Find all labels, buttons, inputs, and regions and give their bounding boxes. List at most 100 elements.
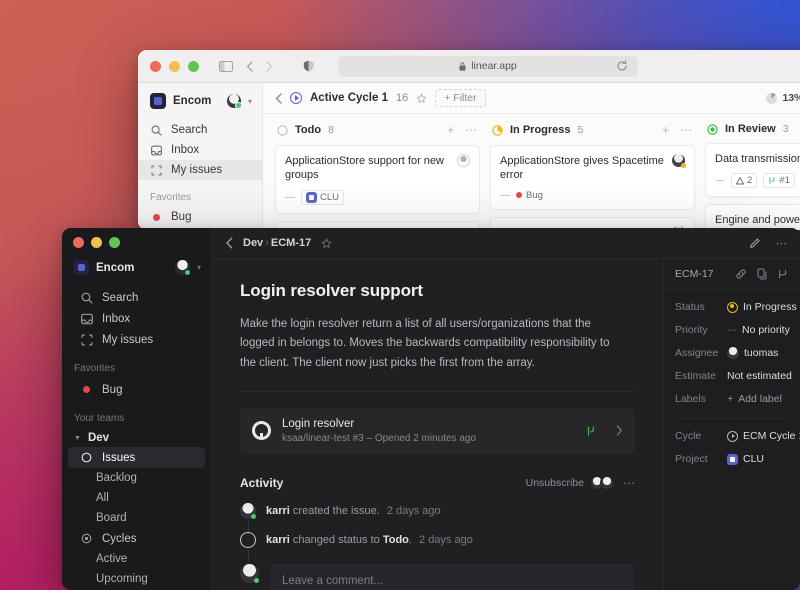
project-chip[interactable]: CLU xyxy=(301,189,345,205)
comment-composer[interactable]: Leave a comment... xyxy=(240,563,635,590)
add-issue-icon[interactable]: + xyxy=(447,123,454,137)
safari-window[interactable]: linear.app Encom ▾ Search Inbox My issue… xyxy=(138,50,800,230)
assignee-avatar[interactable] xyxy=(672,154,686,168)
board-card[interactable]: Data transmission — 2 #1 xyxy=(705,143,800,198)
back-icon[interactable] xyxy=(225,237,233,249)
breadcrumb-team[interactable]: Dev xyxy=(243,237,263,249)
issue-description[interactable]: Make the login resolver return a list of… xyxy=(240,315,612,373)
chevron-down-icon[interactable]: ▼ xyxy=(74,435,81,442)
priority-icon[interactable]: — xyxy=(285,192,295,203)
workspace-switcher[interactable]: Encom ▾ xyxy=(138,93,262,120)
sidebar-item-all[interactable]: All xyxy=(62,488,211,508)
property-cycle[interactable]: Cycle ECM Cycle 1 xyxy=(664,419,800,442)
sidebar-item-upcoming[interactable]: Upcoming xyxy=(62,569,211,589)
star-icon[interactable] xyxy=(416,93,427,104)
more-horizontal-icon[interactable]: ⋯ xyxy=(464,123,476,137)
sidebar-item-search[interactable]: Search xyxy=(138,120,262,140)
activity-actor[interactable]: karri xyxy=(266,534,290,546)
property-assignee[interactable]: Assignee tuomas xyxy=(664,336,800,359)
reload-icon[interactable] xyxy=(616,60,628,72)
issue-title[interactable]: Login resolver support xyxy=(240,281,635,301)
sub-issue-chip[interactable]: 2 xyxy=(731,173,758,189)
copy-icon[interactable] xyxy=(756,268,768,280)
linear-app-window[interactable]: Encom ▾ Search Inbox My issues Favorites… xyxy=(62,228,800,590)
column-actions[interactable]: + ⋯ xyxy=(662,123,691,137)
window-traffic-lights[interactable] xyxy=(62,237,211,260)
minimize-button[interactable] xyxy=(91,237,102,248)
sidebar-item-cycles[interactable]: Cycles xyxy=(68,528,205,549)
url-bar[interactable]: linear.app xyxy=(338,55,638,77)
property-project[interactable]: Project CLU xyxy=(664,442,800,465)
column-actions[interactable]: + ⋯ xyxy=(447,123,476,137)
sidebar-item-my-issues[interactable]: My issues xyxy=(68,329,205,350)
property-value[interactable]: ⋯ No priority xyxy=(727,324,790,336)
forward-icon[interactable] xyxy=(266,60,273,72)
property-value[interactable]: ECM Cycle 1 xyxy=(727,430,800,442)
property-status[interactable]: Status In Progress xyxy=(664,290,800,313)
back-icon[interactable] xyxy=(275,92,282,104)
subscriber-avatars[interactable] xyxy=(590,475,614,490)
priority-icon[interactable]: — xyxy=(715,175,725,186)
board-card[interactable]: Engine and power system xyxy=(705,204,800,230)
priority-icon[interactable]: — xyxy=(500,190,510,201)
sidebar-item-search[interactable]: Search xyxy=(68,287,205,308)
pencil-icon[interactable] xyxy=(749,237,761,249)
maximize-button[interactable] xyxy=(188,60,199,72)
comment-input[interactable]: Leave a comment... xyxy=(269,563,635,590)
property-value[interactable]: CLU xyxy=(727,453,764,465)
avatar[interactable] xyxy=(174,260,191,276)
property-value[interactable]: tuomas xyxy=(727,347,778,359)
shield-icon[interactable] xyxy=(303,60,314,72)
more-horizontal-icon[interactable]: ⋯ xyxy=(623,476,635,490)
filter-button[interactable]: + Filter xyxy=(435,89,486,107)
breadcrumb-id[interactable]: ECM-17 xyxy=(271,237,311,249)
branch-icon[interactable] xyxy=(777,268,789,280)
chevron-down-icon[interactable]: ▾ xyxy=(248,97,252,106)
more-horizontal-icon[interactable]: ⋯ xyxy=(775,237,787,250)
sidebar-item-my-issues[interactable]: My issues xyxy=(138,160,262,180)
sidebar-item-issues[interactable]: Issues xyxy=(68,447,205,468)
property-value[interactable]: In Progress xyxy=(727,301,797,313)
board-card[interactable]: ApplicationStore gives Spacetime error —… xyxy=(490,145,695,210)
close-button[interactable] xyxy=(73,237,84,248)
linear-sidebar[interactable]: Encom ▾ Search Inbox My issues Favorites… xyxy=(62,228,212,590)
branch-chip[interactable]: #1 xyxy=(763,173,795,189)
chevron-right-icon[interactable] xyxy=(616,425,623,437)
safari-nav-icons[interactable] xyxy=(219,60,273,72)
minimize-button[interactable] xyxy=(169,60,180,72)
avatar[interactable] xyxy=(226,94,242,109)
link-icon[interactable] xyxy=(735,268,747,280)
github-attachment[interactable]: Login resolver ksaa/linear-test #3 – Ope… xyxy=(240,407,635,454)
workspace-switcher[interactable]: Encom ▾ xyxy=(62,260,211,287)
sidebar-team-dev[interactable]: ▼ Dev xyxy=(62,429,211,447)
kanban-board[interactable]: Todo 8 + ⋯ ApplicationStore support for n… xyxy=(263,114,800,230)
property-labels[interactable]: Labels + Add label xyxy=(664,382,800,405)
sidebar-item-bug[interactable]: Bug xyxy=(138,207,262,227)
assignee-avatar[interactable] xyxy=(457,154,470,167)
breadcrumb[interactable]: Dev › ECM-17 xyxy=(243,237,311,249)
sidebar-item-inbox[interactable]: Inbox xyxy=(68,308,205,329)
sidebar-toggle-icon[interactable] xyxy=(219,60,233,72)
maximize-button[interactable] xyxy=(109,237,120,248)
property-priority[interactable]: Priority ⋯ No priority xyxy=(664,313,800,336)
property-estimate[interactable]: Estimate Not estimated xyxy=(664,359,800,382)
activity-actor[interactable]: karri xyxy=(266,505,290,517)
window-traffic-lights[interactable] xyxy=(150,60,199,72)
label-chip[interactable]: Bug xyxy=(516,190,543,201)
close-button[interactable] xyxy=(150,60,161,72)
sidebar-item-board[interactable]: Board xyxy=(62,508,211,528)
chevron-down-icon[interactable]: ▾ xyxy=(197,263,201,272)
add-issue-icon[interactable]: + xyxy=(662,123,669,137)
properties-actions[interactable] xyxy=(735,268,789,280)
more-horizontal-icon[interactable]: ⋯ xyxy=(679,123,691,137)
sidebar-item-active[interactable]: Active xyxy=(62,549,211,569)
back-icon[interactable] xyxy=(246,60,253,72)
star-icon[interactable] xyxy=(321,238,332,249)
linear-sidebar-back[interactable]: Encom ▾ Search Inbox My issues Favorites… xyxy=(138,83,263,230)
sidebar-item-backlog[interactable]: Backlog xyxy=(62,468,211,488)
add-label-button[interactable]: + Add label xyxy=(727,393,782,405)
unsubscribe-button[interactable]: Unsubscribe xyxy=(526,477,584,489)
sidebar-item-inbox[interactable]: Inbox xyxy=(138,140,262,160)
board-card[interactable]: ApplicationStore support for new groups … xyxy=(275,145,480,214)
property-value[interactable]: Not estimated xyxy=(727,370,792,382)
